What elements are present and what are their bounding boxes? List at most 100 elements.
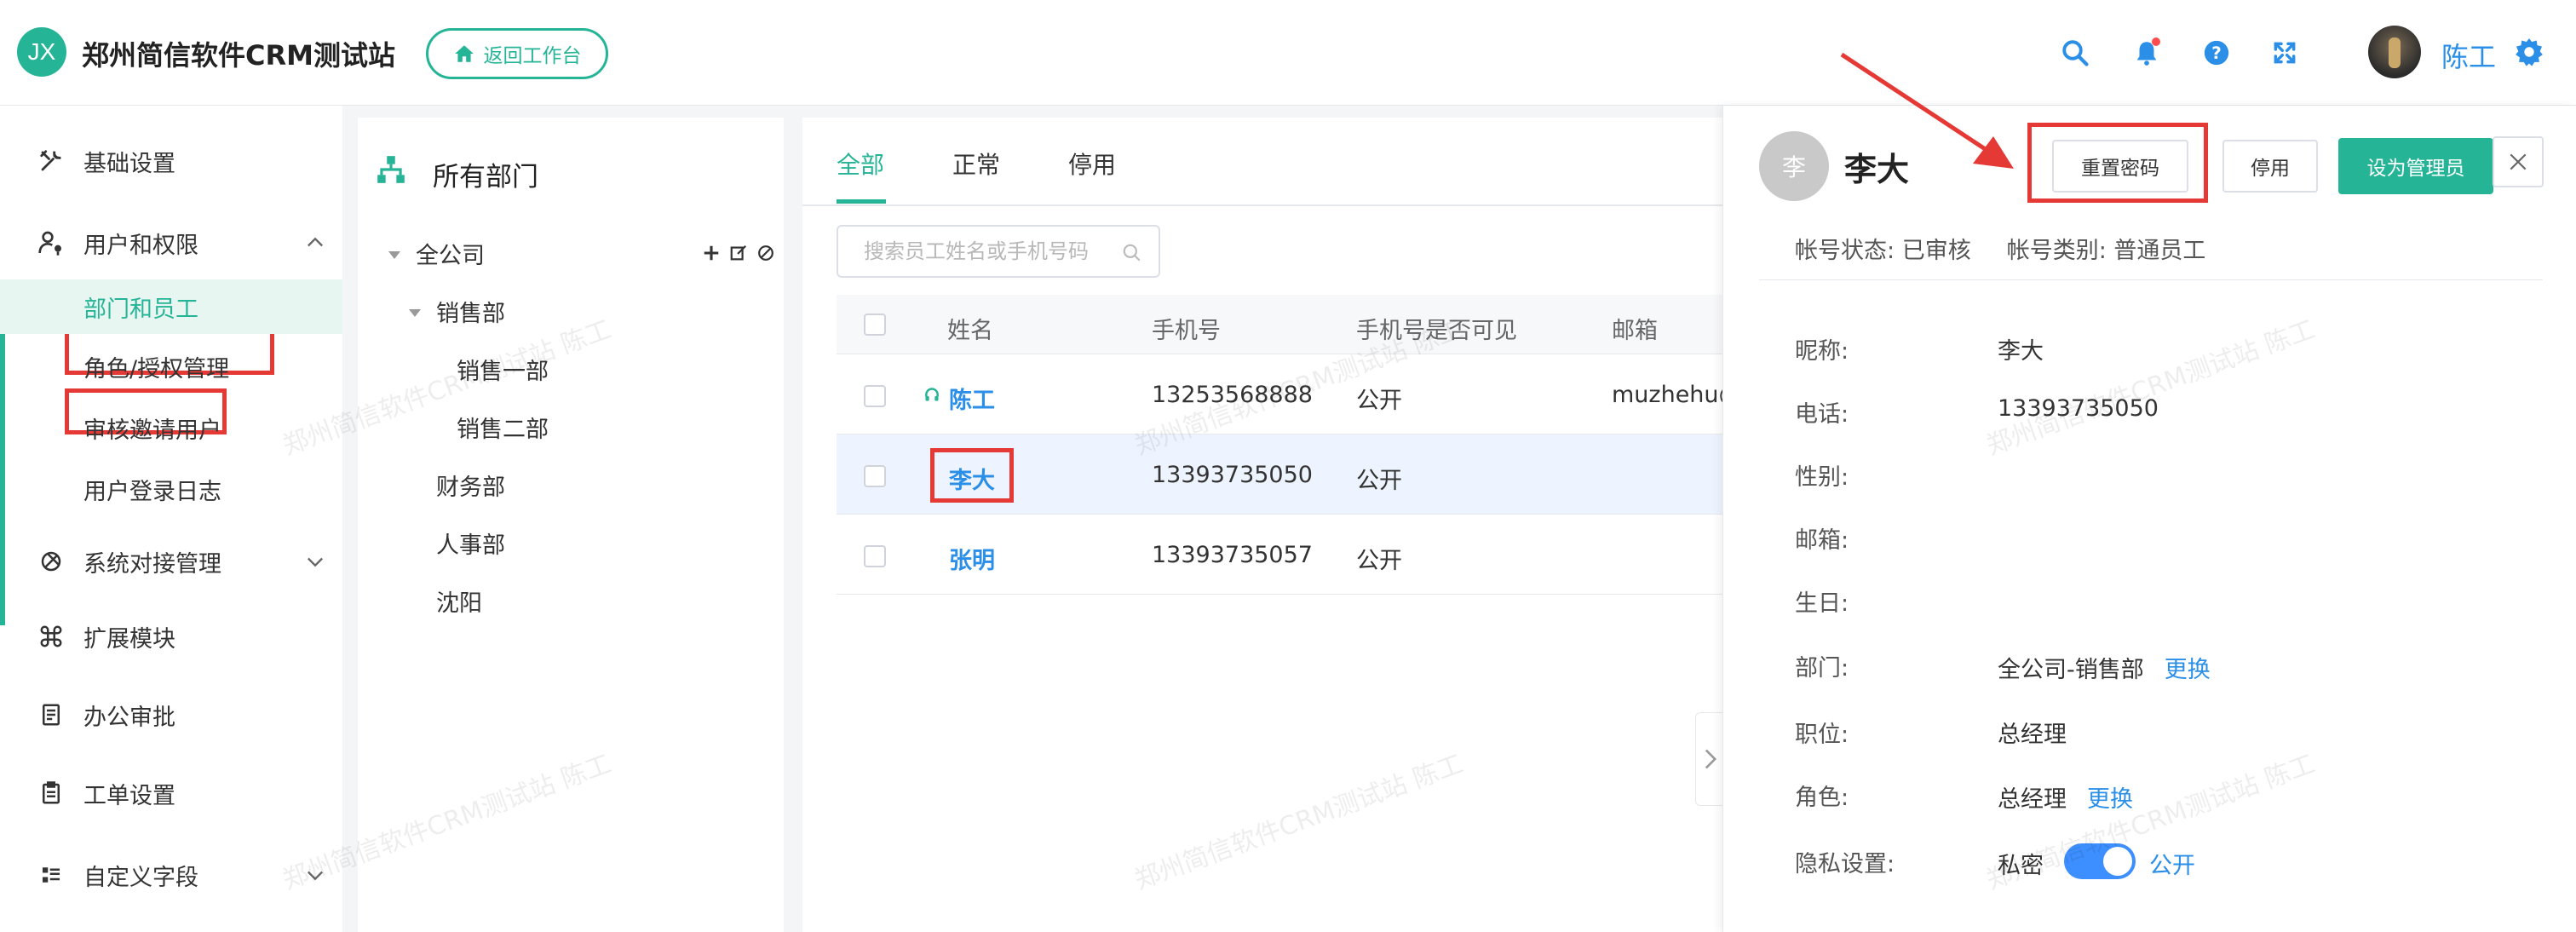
app-title: 郑州简信软件CRM测试站	[82, 39, 395, 72]
privacy-toggle[interactable]	[2064, 843, 2136, 879]
org-tree-icon	[375, 153, 409, 187]
chevron-right-icon	[1705, 749, 1716, 769]
bell-icon[interactable]	[2130, 36, 2164, 70]
field-value-nickname: 李大	[1998, 338, 2044, 365]
change-role-link[interactable]: 更换	[2087, 786, 2133, 813]
caret-down-icon[interactable]	[409, 309, 421, 317]
tree-node-finance[interactable]: 财务部	[436, 469, 505, 502]
field-label-phone: 电话:	[1795, 401, 1849, 428]
fullscreen-icon[interactable]	[2268, 36, 2302, 70]
tree-node-sales[interactable]: 销售部	[436, 295, 505, 328]
sidebar-subitem-login-log[interactable]: 用户登录日志	[0, 462, 342, 516]
sidebar-item-label: 扩展模块	[83, 625, 175, 653]
reset-password-button[interactable]: 重置密码	[2052, 140, 2188, 193]
employee-phone-visibility: 公开	[1356, 388, 1402, 414]
column-header-email[interactable]: 邮箱	[1612, 312, 1658, 345]
set-admin-button[interactable]: 设为管理员	[2338, 138, 2493, 194]
sidebar-item-custom-fields[interactable]: 自定义字段	[0, 845, 342, 905]
department-panel: 所有部门 全公司 销售部 销售一部 销售二部 财务部 人事部 沈阳	[358, 118, 784, 932]
field-value-department: 全公司-销售部 更换	[1998, 651, 2211, 684]
employee-name[interactable]: 张明	[949, 542, 995, 575]
sidebar-item-system-integration[interactable]: 系统对接管理	[0, 532, 342, 591]
field-value-phone: 13393735050	[1998, 395, 2159, 422]
tab-all[interactable]: 全部	[837, 147, 884, 181]
employee-phone-visibility: 公开	[1356, 548, 1402, 574]
column-header-phone[interactable]: 手机号	[1152, 312, 1221, 345]
sidebar-subitem-label: 审核邀请用户	[83, 417, 221, 444]
disable-icon[interactable]	[755, 242, 777, 264]
employee-list-panel: 全部 正常 停用 姓名 手机号 手机号是否可见 邮箱 陈工 1325356888…	[802, 118, 1771, 932]
chevron-down-icon	[308, 871, 323, 881]
tree-node-hr[interactable]: 人事部	[436, 526, 505, 560]
sidebar-subitem-label: 角色/授权管理	[83, 355, 230, 383]
table-row[interactable]: 李大 13393735050 公开	[837, 434, 1722, 515]
user-avatar[interactable]	[2368, 26, 2421, 78]
search-input[interactable]	[864, 239, 1119, 263]
tree-node-company[interactable]: 全公司	[416, 237, 485, 270]
tree-node-sales-1[interactable]: 销售一部	[457, 353, 549, 386]
app-logo: JX	[17, 27, 66, 77]
close-icon	[2510, 153, 2527, 170]
sidebar-item-extensions[interactable]: 扩展模块	[0, 607, 342, 666]
close-button[interactable]	[2493, 136, 2544, 187]
privacy-off-label: 私密	[1998, 853, 2044, 879]
search-icon[interactable]	[1121, 242, 1143, 264]
link-icon	[36, 546, 66, 577]
sidebar-item-label: 基础设置	[83, 150, 175, 177]
sidebar-subitem-invite-review[interactable]: 审核邀请用户	[0, 400, 342, 455]
table-row[interactable]: 陈工 13253568888 公开 muzhehu@16	[837, 354, 1771, 434]
sidebar-subitem-roles[interactable]: 角色/授权管理	[0, 339, 342, 394]
sidebar-item-ticket-settings[interactable]: 工单设置	[0, 763, 342, 823]
command-icon	[36, 621, 66, 652]
sidebar-item-users-permissions[interactable]: 用户和权限	[0, 213, 342, 273]
search-icon[interactable]	[2058, 36, 2092, 70]
gear-icon[interactable]	[2513, 36, 2545, 68]
employee-phone: 13253568888	[1152, 382, 1313, 408]
collapse-handle[interactable]	[1695, 712, 1724, 806]
field-value-role: 总经理 更换	[1998, 780, 2133, 814]
tree-node-tools	[700, 242, 777, 264]
sidebar-subitem-label: 用户登录日志	[83, 478, 221, 505]
employee-name[interactable]: 李大	[949, 462, 995, 495]
row-checkbox[interactable]	[864, 385, 886, 407]
back-to-workbench-button[interactable]: 返回工作台	[426, 28, 608, 79]
change-department-link[interactable]: 更换	[2165, 657, 2211, 683]
tree-node-shenyang[interactable]: 沈阳	[436, 584, 482, 618]
tab-normal[interactable]: 正常	[952, 147, 1000, 181]
status-label: 帐号状态:	[1795, 238, 1895, 264]
sidebar-item-office-approval[interactable]: 办公审批	[0, 685, 342, 745]
disable-button[interactable]: 停用	[2222, 140, 2318, 193]
tree-node-sales-2[interactable]: 销售二部	[457, 411, 549, 444]
sidebar-subitem-dept-employees[interactable]: 部门和员工	[0, 279, 342, 334]
select-all-checkbox[interactable]	[864, 314, 886, 336]
tab-disabled[interactable]: 停用	[1068, 147, 1116, 181]
field-label-nickname: 昵称:	[1795, 338, 1849, 365]
row-checkbox[interactable]	[864, 465, 886, 487]
field-value-position: 总经理	[1998, 722, 2067, 748]
column-header-phone-visible[interactable]: 手机号是否可见	[1356, 312, 1517, 345]
row-checkbox[interactable]	[864, 545, 886, 567]
document-icon	[36, 699, 66, 730]
sidebar-item-label: 用户和权限	[83, 232, 198, 259]
field-label-role: 角色:	[1795, 785, 1849, 811]
column-header-name[interactable]: 姓名	[947, 312, 993, 345]
account-status-line: 帐号状态: 已审核 帐号类别: 普通员工	[1795, 232, 2205, 265]
add-icon[interactable]	[700, 242, 722, 264]
sidebar-item-basic-settings[interactable]: 基础设置	[0, 131, 342, 191]
sidebar-item-label: 工单设置	[83, 782, 175, 809]
user-name[interactable]: 陈工	[2441, 36, 2496, 75]
help-icon[interactable]: ?	[2199, 36, 2234, 70]
top-header: JX 郑州简信软件CRM测试站 返回工作台 ? 陈工	[0, 0, 2576, 106]
type-label: 帐号类别:	[2006, 238, 2107, 264]
caret-down-icon[interactable]	[388, 251, 400, 259]
back-button-label: 返回工作台	[483, 45, 582, 67]
list-icon	[36, 860, 66, 890]
table-row[interactable]: 张明 13393735057 公开	[837, 515, 1722, 595]
employee-name[interactable]: 陈工	[949, 382, 995, 415]
edit-icon[interactable]	[727, 242, 750, 264]
type-value: 普通员工	[2113, 238, 2206, 264]
chevron-down-icon	[308, 557, 323, 567]
employee-detail-name: 李大	[1844, 151, 1910, 188]
notification-dot	[2152, 37, 2160, 46]
user-key-icon	[36, 227, 66, 258]
